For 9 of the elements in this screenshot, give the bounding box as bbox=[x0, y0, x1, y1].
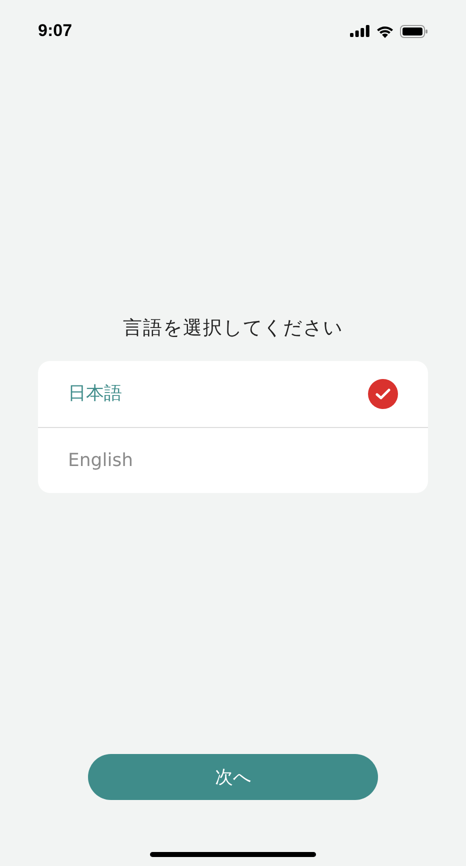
check-icon bbox=[368, 378, 398, 408]
status-time: 9:07 bbox=[38, 20, 72, 42]
next-button[interactable]: 次へ bbox=[88, 754, 378, 800]
page-title: 言語を選択してください bbox=[122, 316, 344, 341]
language-option[interactable]: English bbox=[38, 426, 428, 492]
battery-icon bbox=[400, 24, 428, 38]
signal-icon bbox=[350, 25, 370, 37]
language-option[interactable]: 日本語 bbox=[38, 360, 428, 426]
wifi-icon bbox=[376, 24, 394, 38]
